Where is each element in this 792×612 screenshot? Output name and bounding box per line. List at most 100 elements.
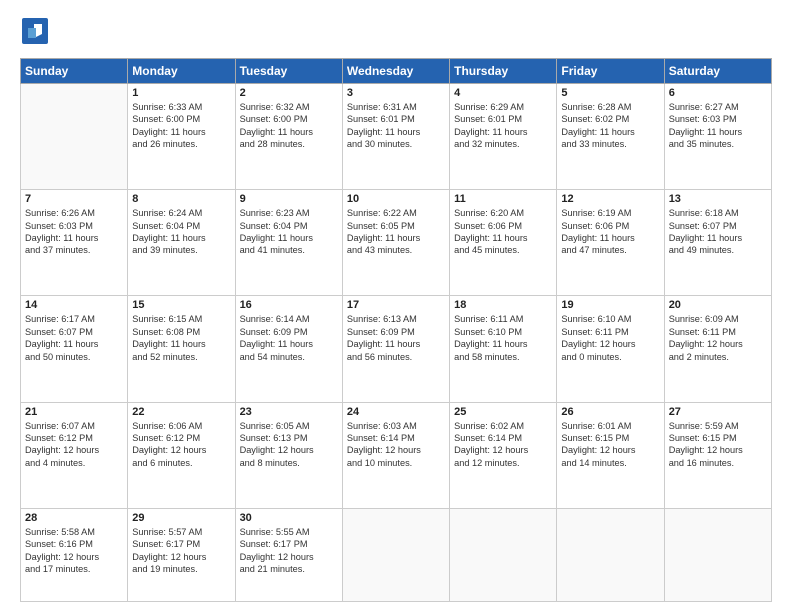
calendar-cell: 27 Sunrise: 5:59 AM Sunset: 6:15 PM Dayli… <box>664 402 771 508</box>
day-info: Sunrise: 6:10 AM Sunset: 6:11 PM Dayligh… <box>561 313 659 363</box>
day-info: Sunrise: 6:24 AM Sunset: 6:04 PM Dayligh… <box>132 207 230 257</box>
day-info: Sunrise: 6:11 AM Sunset: 6:10 PM Dayligh… <box>454 313 552 363</box>
calendar-cell: 25 Sunrise: 6:02 AM Sunset: 6:14 PM Dayli… <box>450 402 557 508</box>
day-number: 14 <box>25 299 123 311</box>
calendar-cell: 14 Sunrise: 6:17 AM Sunset: 6:07 PM Dayli… <box>21 296 128 402</box>
day-number: 2 <box>240 87 338 99</box>
day-info: Sunrise: 5:59 AM Sunset: 6:15 PM Dayligh… <box>669 420 767 470</box>
calendar-cell: 26Sunrise: 6:01 AM Sunset: 6:15 PM Dayli… <box>557 402 664 508</box>
calendar-cell: 12Sunrise: 6:19 AM Sunset: 6:06 PM Dayli… <box>557 190 664 296</box>
calendar-week-row: 28 Sunrise: 5:58 AM Sunset: 6:16 PM Dayli… <box>21 508 772 601</box>
calendar-cell: 16 Sunrise: 6:14 AM Sunset: 6:09 PM Dayli… <box>235 296 342 402</box>
day-info: Sunrise: 6:02 AM Sunset: 6:14 PM Dayligh… <box>454 420 552 470</box>
day-number: 17 <box>347 299 445 311</box>
calendar-week-row: 1 Sunrise: 6:33 AM Sunset: 6:00 PM Daylig… <box>21 84 772 190</box>
day-info: Sunrise: 6:03 AM Sunset: 6:14 PM Dayligh… <box>347 420 445 470</box>
day-info: Sunrise: 6:06 AM Sunset: 6:12 PM Dayligh… <box>132 420 230 470</box>
calendar-cell <box>342 508 449 601</box>
calendar-cell: 18 Sunrise: 6:11 AM Sunset: 6:10 PM Dayli… <box>450 296 557 402</box>
calendar-cell: 17Sunrise: 6:13 AM Sunset: 6:09 PM Dayli… <box>342 296 449 402</box>
calendar-cell <box>21 84 128 190</box>
day-info: Sunrise: 6:15 AM Sunset: 6:08 PM Dayligh… <box>132 313 230 363</box>
weekday-header: Tuesday <box>235 59 342 84</box>
day-info: Sunrise: 6:33 AM Sunset: 6:00 PM Dayligh… <box>132 101 230 151</box>
weekday-header: Thursday <box>450 59 557 84</box>
day-number: 1 <box>132 87 230 99</box>
day-info: Sunrise: 6:23 AM Sunset: 6:04 PM Dayligh… <box>240 207 338 257</box>
day-info: Sunrise: 6:28 AM Sunset: 6:02 PM Dayligh… <box>561 101 659 151</box>
day-number: 11 <box>454 193 552 205</box>
day-info: Sunrise: 6:29 AM Sunset: 6:01 PM Dayligh… <box>454 101 552 151</box>
day-number: 9 <box>240 193 338 205</box>
day-info: Sunrise: 6:27 AM Sunset: 6:03 PM Dayligh… <box>669 101 767 151</box>
calendar-cell: 29Sunrise: 5:57 AM Sunset: 6:17 PM Dayli… <box>128 508 235 601</box>
day-number: 16 <box>240 299 338 311</box>
calendar-cell: 5 Sunrise: 6:28 AM Sunset: 6:02 PM Daylig… <box>557 84 664 190</box>
calendar-cell: 19 Sunrise: 6:10 AM Sunset: 6:11 PM Dayli… <box>557 296 664 402</box>
day-number: 15 <box>132 299 230 311</box>
day-number: 12 <box>561 193 659 205</box>
day-info: Sunrise: 6:31 AM Sunset: 6:01 PM Dayligh… <box>347 101 445 151</box>
calendar-cell: 28 Sunrise: 5:58 AM Sunset: 6:16 PM Dayli… <box>21 508 128 601</box>
calendar-cell: 30 Sunrise: 5:55 AM Sunset: 6:17 PM Dayli… <box>235 508 342 601</box>
calendar-cell: 2 Sunrise: 6:32 AM Sunset: 6:00 PM Daylig… <box>235 84 342 190</box>
calendar-cell: 3 Sunrise: 6:31 AM Sunset: 6:01 PM Daylig… <box>342 84 449 190</box>
day-number: 18 <box>454 299 552 311</box>
day-number: 27 <box>669 406 767 418</box>
calendar-cell <box>664 508 771 601</box>
day-info: Sunrise: 6:20 AM Sunset: 6:06 PM Dayligh… <box>454 207 552 257</box>
weekday-header: Sunday <box>21 59 128 84</box>
day-info: Sunrise: 5:55 AM Sunset: 6:17 PM Dayligh… <box>240 526 338 576</box>
calendar-cell: 22 Sunrise: 6:06 AM Sunset: 6:12 PM Dayli… <box>128 402 235 508</box>
day-info: Sunrise: 6:14 AM Sunset: 6:09 PM Dayligh… <box>240 313 338 363</box>
calendar-cell: 9 Sunrise: 6:23 AM Sunset: 6:04 PM Daylig… <box>235 190 342 296</box>
day-number: 28 <box>25 512 123 524</box>
day-number: 19 <box>561 299 659 311</box>
day-info: Sunrise: 5:57 AM Sunset: 6:17 PM Dayligh… <box>132 526 230 576</box>
day-number: 6 <box>669 87 767 99</box>
calendar-cell <box>557 508 664 601</box>
day-number: 10 <box>347 193 445 205</box>
calendar-cell: 7 Sunrise: 6:26 AM Sunset: 6:03 PM Daylig… <box>21 190 128 296</box>
day-info: Sunrise: 6:09 AM Sunset: 6:11 PM Dayligh… <box>669 313 767 363</box>
day-number: 13 <box>669 193 767 205</box>
calendar-cell: 20Sunrise: 6:09 AM Sunset: 6:11 PM Dayli… <box>664 296 771 402</box>
day-info: Sunrise: 6:22 AM Sunset: 6:05 PM Dayligh… <box>347 207 445 257</box>
calendar-cell: 24 Sunrise: 6:03 AM Sunset: 6:14 PM Dayli… <box>342 402 449 508</box>
calendar-cell: 10 Sunrise: 6:22 AM Sunset: 6:05 PM Dayli… <box>342 190 449 296</box>
day-info: Sunrise: 6:05 AM Sunset: 6:13 PM Dayligh… <box>240 420 338 470</box>
day-number: 25 <box>454 406 552 418</box>
day-number: 24 <box>347 406 445 418</box>
day-number: 7 <box>25 193 123 205</box>
weekday-header: Friday <box>557 59 664 84</box>
day-number: 21 <box>25 406 123 418</box>
calendar-cell: 1 Sunrise: 6:33 AM Sunset: 6:00 PM Daylig… <box>128 84 235 190</box>
day-info: Sunrise: 5:58 AM Sunset: 6:16 PM Dayligh… <box>25 526 123 576</box>
calendar-cell <box>450 508 557 601</box>
day-number: 23 <box>240 406 338 418</box>
calendar-cell: 11 Sunrise: 6:20 AM Sunset: 6:06 PM Dayli… <box>450 190 557 296</box>
logo <box>20 16 54 48</box>
calendar-cell: 15 Sunrise: 6:15 AM Sunset: 6:08 PM Dayli… <box>128 296 235 402</box>
day-info: Sunrise: 6:32 AM Sunset: 6:00 PM Dayligh… <box>240 101 338 151</box>
weekday-header: Monday <box>128 59 235 84</box>
day-number: 3 <box>347 87 445 99</box>
day-number: 30 <box>240 512 338 524</box>
day-number: 8 <box>132 193 230 205</box>
calendar-week-row: 14 Sunrise: 6:17 AM Sunset: 6:07 PM Dayli… <box>21 296 772 402</box>
header <box>20 16 772 48</box>
calendar-week-row: 7 Sunrise: 6:26 AM Sunset: 6:03 PM Daylig… <box>21 190 772 296</box>
weekday-header: Saturday <box>664 59 771 84</box>
day-number: 22 <box>132 406 230 418</box>
day-info: Sunrise: 6:26 AM Sunset: 6:03 PM Dayligh… <box>25 207 123 257</box>
day-info: Sunrise: 6:18 AM Sunset: 6:07 PM Dayligh… <box>669 207 767 257</box>
calendar-table: SundayMondayTuesdayWednesdayThursdayFrid… <box>20 58 772 602</box>
day-number: 5 <box>561 87 659 99</box>
day-info: Sunrise: 6:17 AM Sunset: 6:07 PM Dayligh… <box>25 313 123 363</box>
calendar-cell: 6 Sunrise: 6:27 AM Sunset: 6:03 PM Daylig… <box>664 84 771 190</box>
calendar-cell: 21Sunrise: 6:07 AM Sunset: 6:12 PM Dayli… <box>21 402 128 508</box>
calendar-cell: 8 Sunrise: 6:24 AM Sunset: 6:04 PM Daylig… <box>128 190 235 296</box>
page: SundayMondayTuesdayWednesdayThursdayFrid… <box>0 0 792 612</box>
calendar-cell: 13 Sunrise: 6:18 AM Sunset: 6:07 PM Dayli… <box>664 190 771 296</box>
logo-icon <box>20 16 50 46</box>
